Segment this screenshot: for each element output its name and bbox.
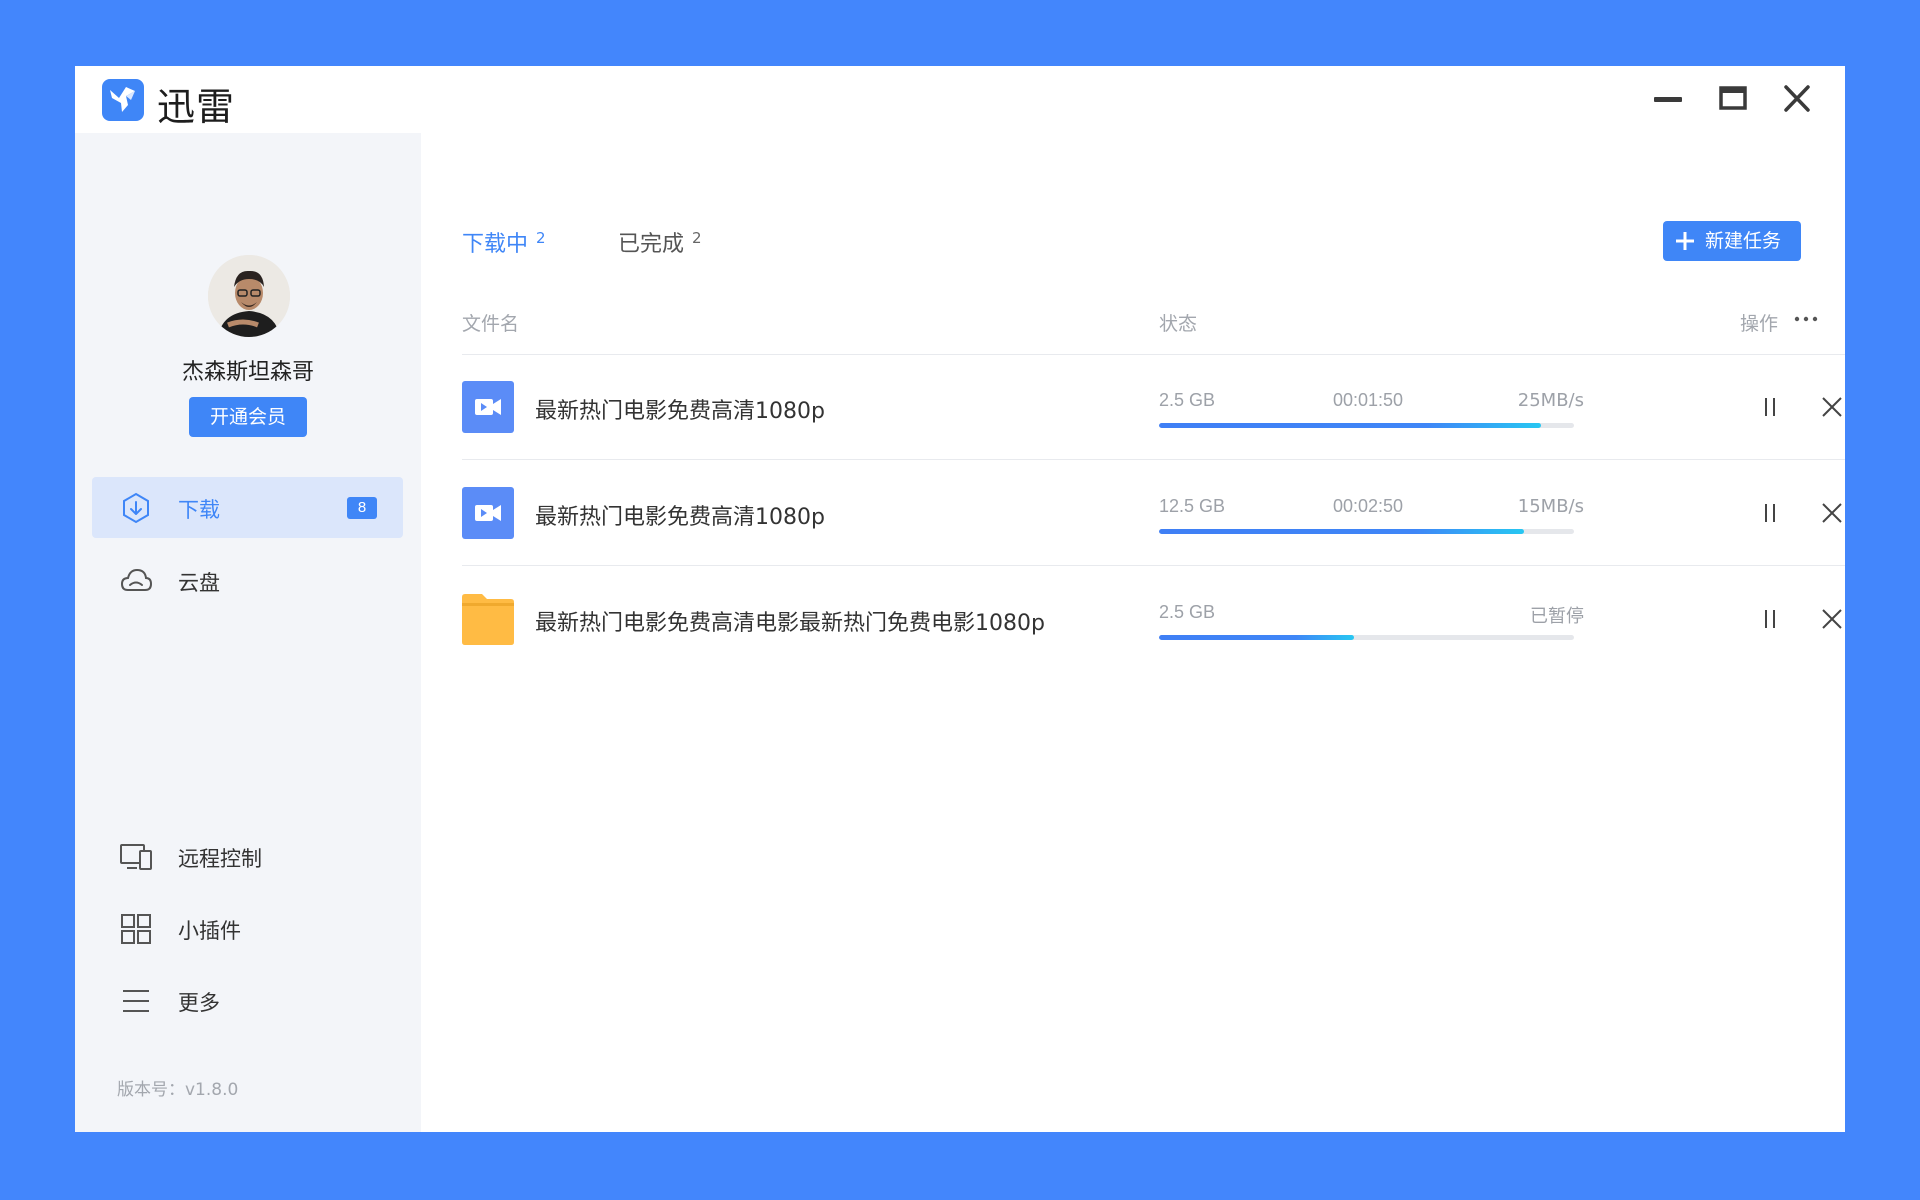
pause-icon[interactable]: [1754, 391, 1786, 423]
username: 杰森斯坦森哥: [181, 360, 314, 385]
sidebar-item-download[interactable]: 下载 8: [92, 477, 403, 538]
sidebar-item-label: 下载: [178, 498, 220, 522]
cancel-icon[interactable]: [1816, 391, 1845, 423]
avatar[interactable]: [208, 255, 290, 337]
file-size: 12.5 GB: [1159, 496, 1226, 516]
download-speed: 25MB/s: [1517, 390, 1584, 411]
plus-icon: [1676, 232, 1694, 250]
pause-icon[interactable]: [1754, 603, 1786, 635]
download-count-badge: 8: [347, 497, 377, 519]
tab-label: 下载中: [462, 232, 529, 257]
minimize-icon: [1654, 97, 1682, 102]
version-label: 版本号：v1.8.0: [117, 1080, 239, 1100]
file-name: 最新热门电影免费高清1080p: [535, 505, 825, 530]
table-row[interactable]: 最新热门电影免费高清电影最新热门免费电影1080p 2.5 GB 已暂停: [462, 567, 1845, 672]
sidebar-item-remote-control[interactable]: 远程控制: [92, 826, 403, 887]
grid-icon: [121, 914, 151, 944]
main-content: 下载中 2 已完成 2 新建任务 文件名 状态 操作 最新热门电影免费高清108…: [421, 133, 1845, 1132]
sidebar-item-label: 远程控制: [178, 847, 262, 871]
progress-bar: [1159, 529, 1574, 534]
file-size: 2.5 GB: [1159, 602, 1216, 622]
progress-fill: [1159, 635, 1355, 640]
title-bar: 迅雷: [75, 66, 1845, 133]
sidebar-item-plugins[interactable]: 小插件: [92, 898, 403, 959]
download-icon: [123, 492, 149, 524]
maximize-icon: [1719, 86, 1747, 110]
close-icon: [1784, 85, 1810, 112]
remaining-time: 00:02:50: [1332, 496, 1404, 516]
minimize-button[interactable]: [1650, 83, 1686, 115]
column-header-filename: 文件名: [462, 313, 520, 335]
cancel-icon[interactable]: [1816, 497, 1845, 529]
maximize-button[interactable]: [1715, 83, 1751, 115]
sidebar-item-label: 小插件: [178, 919, 241, 943]
file-name: 最新热门电影免费高清电影最新热门免费电影1080p: [535, 611, 1045, 636]
sidebar-item-label: 更多: [178, 991, 220, 1015]
progress-fill: [1159, 423, 1541, 428]
tab-completed[interactable]: 已完成 2: [618, 226, 702, 258]
sidebar-item-label: 云盘: [178, 571, 220, 595]
remote-devices-icon: [120, 844, 152, 870]
video-icon: [462, 487, 514, 539]
sidebar-item-more[interactable]: 更多: [92, 970, 403, 1031]
sidebar-item-cloud[interactable]: 云盘: [92, 550, 403, 611]
paused-status: 已暂停: [1530, 606, 1584, 627]
sidebar: 杰森斯坦森哥 开通会员 下载 8 云盘 远程控制 小插件 更多 版本号：v1.8…: [75, 133, 421, 1132]
pause-icon[interactable]: [1754, 497, 1786, 529]
column-header-actions: 操作: [1740, 313, 1779, 335]
folder-icon: [462, 594, 514, 645]
table-row[interactable]: 最新热门电影免费高清1080p 2.5 GB 00:01:50 25MB/s: [462, 355, 1845, 460]
more-dots-icon[interactable]: [1792, 309, 1820, 329]
new-task-button[interactable]: 新建任务: [1663, 221, 1801, 261]
new-task-label: 新建任务: [1705, 230, 1782, 252]
app-window: 迅雷 杰森斯坦森哥 开通会员 下载 8 云盘 远程控制 小插件 更多 版本号：v…: [75, 66, 1845, 1132]
progress-fill: [1159, 529, 1525, 534]
progress-bar: [1159, 635, 1574, 640]
remaining-time: 00:01:50: [1332, 390, 1404, 410]
progress-bar: [1159, 423, 1574, 428]
video-icon: [462, 381, 514, 433]
cloud-icon: [120, 568, 153, 591]
tab-count: 2: [692, 229, 702, 247]
column-header-status: 状态: [1159, 313, 1198, 335]
cancel-icon[interactable]: [1816, 603, 1845, 635]
app-title: 迅雷: [157, 85, 236, 129]
close-button[interactable]: [1779, 83, 1815, 115]
vip-button[interactable]: 开通会员: [189, 397, 307, 437]
tab-label: 已完成: [618, 232, 685, 257]
download-speed: 15MB/s: [1517, 496, 1584, 517]
file-name: 最新热门电影免费高清1080p: [535, 399, 825, 424]
tab-downloading[interactable]: 下载中 2: [462, 226, 546, 258]
tab-count: 2: [536, 229, 546, 247]
user-photo-icon: [208, 255, 290, 337]
thunder-bird-logo-icon: [102, 79, 144, 121]
table-row[interactable]: 最新热门电影免费高清1080p 12.5 GB 00:02:50 15MB/s: [462, 461, 1845, 566]
menu-icon: [123, 990, 149, 1012]
file-size: 2.5 GB: [1159, 390, 1216, 410]
